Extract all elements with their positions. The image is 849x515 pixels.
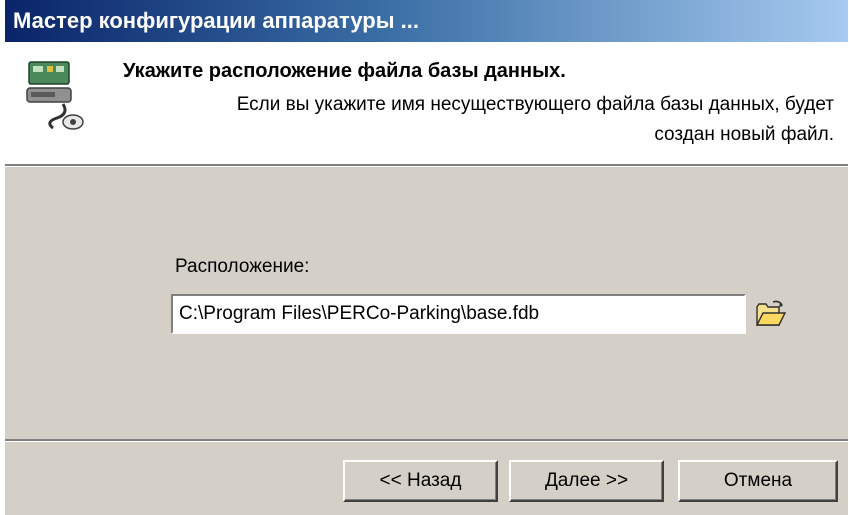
- wizard-dialog: Мастер конфигурации аппаратуры ... Укажи…: [5, 0, 848, 515]
- header-title: Укажите расположение файла базы данных.: [123, 60, 566, 82]
- browse-button[interactable]: [753, 296, 789, 332]
- hardware-wizard-icon: [26, 61, 84, 130]
- next-button[interactable]: Далее >>: [509, 460, 664, 502]
- footer-divider: [5, 439, 848, 442]
- location-input[interactable]: [171, 294, 746, 334]
- window-title: Мастер конфигурации аппаратуры ...: [5, 0, 848, 42]
- back-button[interactable]: << Назад: [343, 460, 498, 502]
- header-divider: [5, 164, 848, 167]
- location-label: Расположение:: [175, 256, 310, 277]
- cancel-button[interactable]: Отмена: [678, 460, 838, 502]
- header-subtitle: Если вы укажите имя несуществующего файл…: [236, 94, 834, 145]
- open-folder-icon: [755, 300, 787, 326]
